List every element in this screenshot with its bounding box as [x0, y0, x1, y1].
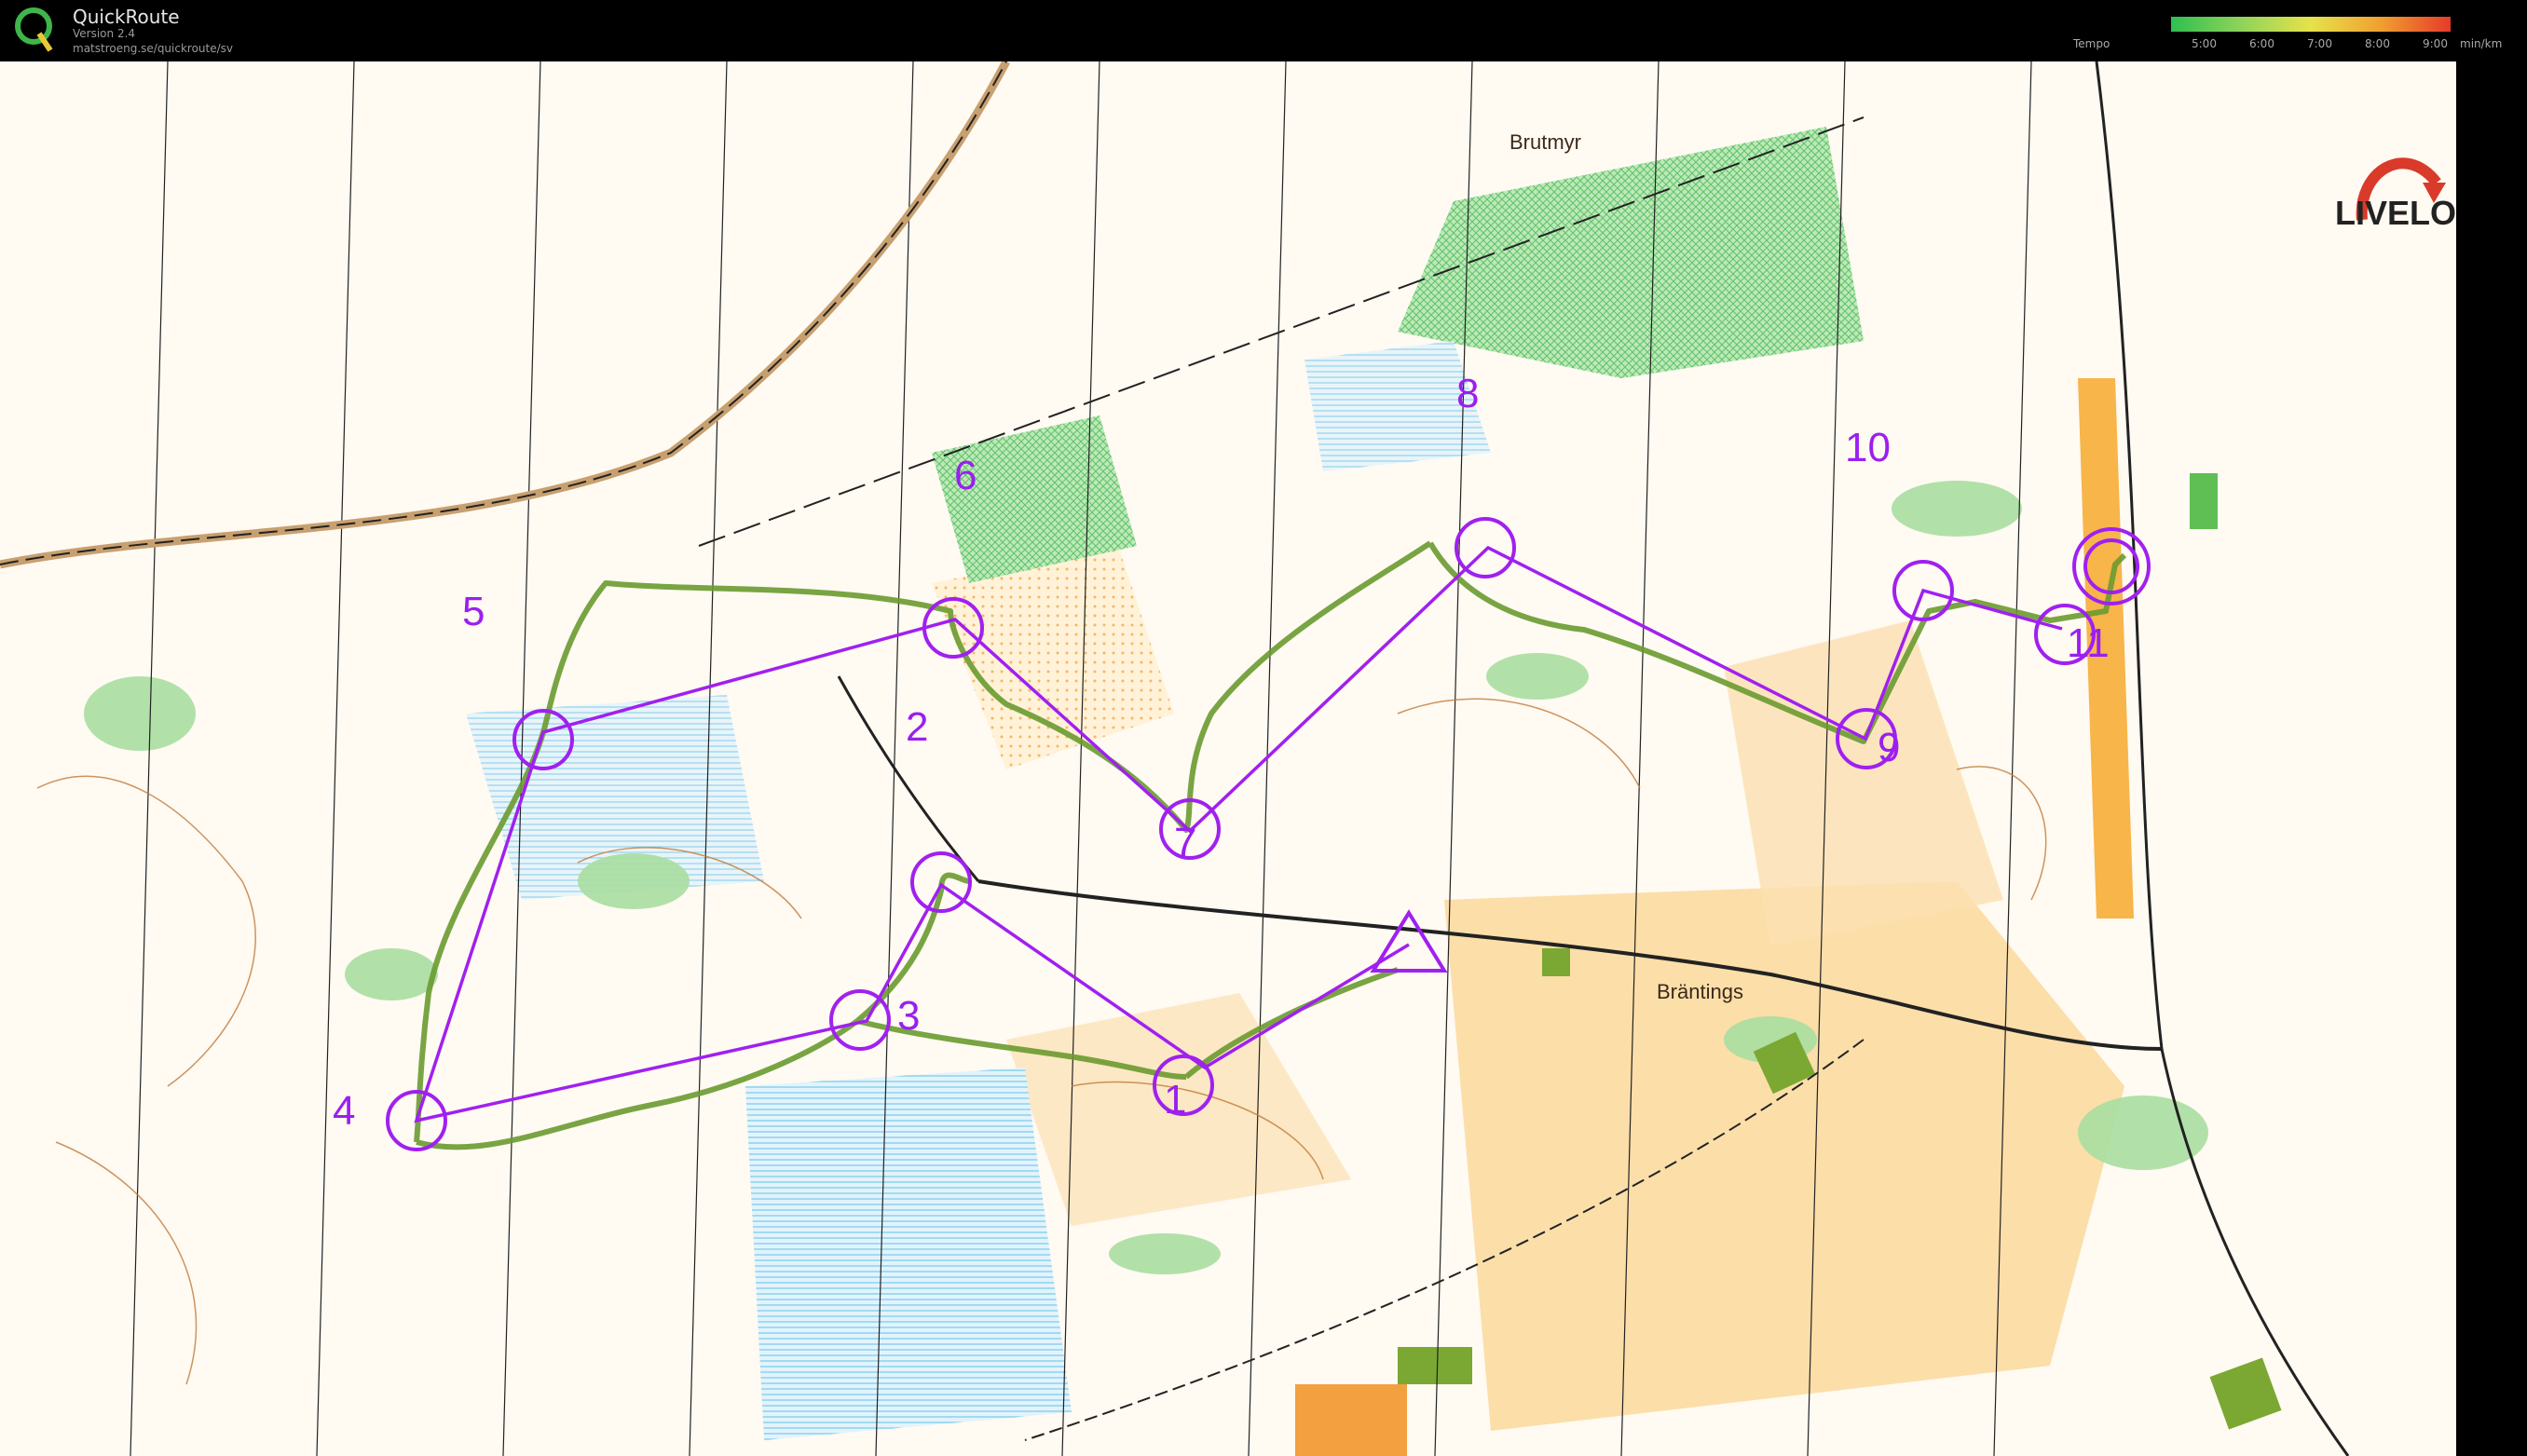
top-bar: QuickRoute Version 2.4 matstroeng.se/qui…: [0, 0, 2527, 61]
control-number-10: 10: [1845, 425, 1891, 470]
tempo-tick: 9:00: [2423, 37, 2448, 50]
control-number-5: 5: [462, 589, 485, 634]
control-number-11: 11: [2067, 620, 2110, 666]
app-url: matstroeng.se/quickroute/sv: [73, 42, 234, 55]
app-version: Version 2.4: [73, 27, 136, 40]
app-name: QuickRoute: [73, 6, 180, 28]
marsh-area: [745, 1068, 1072, 1440]
control-number-9: 9: [1878, 725, 1901, 770]
control-number-4: 4: [333, 1088, 356, 1134]
livelox-logo-text: LIVELOX: [2335, 194, 2456, 232]
tempo-tick: 8:00: [2365, 37, 2390, 50]
tempo-label: Tempo: [2073, 37, 2110, 50]
control-number-2: 2: [906, 704, 929, 750]
tempo-tick: 6:00: [2249, 37, 2274, 50]
map-canvas[interactable]: [0, 61, 2456, 1456]
quickroute-logo-icon: [15, 7, 53, 52]
control-number-7: 7: [1174, 820, 1197, 865]
right-margin: [2456, 61, 2527, 1456]
orienteering-map[interactable]: 1 2 3 4 5 6 7 8 9 10 11 Brutmyr Bränting…: [0, 61, 2456, 1456]
tempo-unit: min/km: [2460, 37, 2503, 50]
terrain-base: [0, 61, 2456, 1456]
tempo-tick: 7:00: [2307, 37, 2332, 50]
control-number-3: 3: [897, 993, 921, 1039]
control-number-8: 8: [1456, 371, 1480, 416]
tempo-color-scale: [2171, 17, 2451, 32]
place-name-brantings: Bräntings: [1657, 980, 1743, 1003]
control-number-6: 6: [954, 453, 977, 498]
control-number-1: 1: [1164, 1077, 1187, 1123]
tempo-tick: 5:00: [2192, 37, 2217, 50]
place-name-brutmyr: Brutmyr: [1509, 130, 1581, 154]
